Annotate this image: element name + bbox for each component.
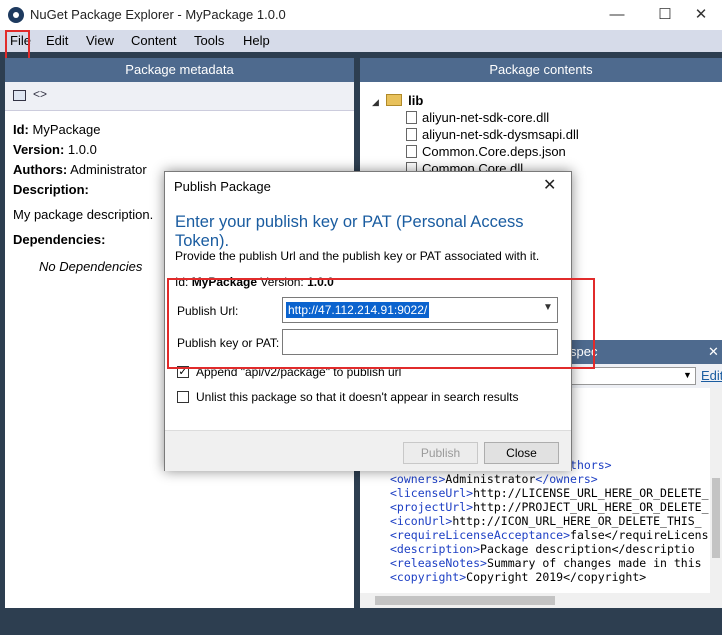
dialog-description: Provide the publish Url and the publish … — [175, 249, 540, 263]
window-close-button[interactable]: ✕ — [678, 0, 722, 30]
unlist-label[interactable]: Unlist this package so that it doesn't a… — [196, 390, 518, 404]
dependencies-value: No Dependencies — [39, 259, 143, 274]
dialog-heading: Enter your publish key or PAT (Personal … — [175, 213, 524, 250]
description-value: My package description. — [13, 207, 154, 222]
version-value: 1.0.0 — [67, 142, 97, 157]
publish-button[interactable]: Publish — [403, 442, 478, 464]
dependencies-row: Dependencies: — [13, 232, 105, 247]
xml-value: http://PROJECT_URL_HERE_OR_DELETE_ — [473, 500, 709, 514]
xml-line: <copyright>Copyright 2019</copyright> — [390, 570, 646, 584]
dll-file-icon — [406, 128, 417, 141]
dependencies-label: Dependencies: — [13, 232, 106, 247]
dialog-close-icon[interactable]: ✕ — [543, 175, 556, 195]
dialog-title: Publish Package — [174, 179, 271, 194]
menu-tools[interactable]: Tools — [194, 33, 224, 48]
package-contents-header: Package contents — [360, 58, 722, 82]
menu-bar: File Edit View Content Tools Help — [0, 30, 722, 52]
xml-open-tag: <requireLicenseAcceptance> — [390, 528, 571, 542]
tree-folder-lib[interactable]: ◢ lib — [372, 93, 423, 108]
tree-file[interactable]: aliyun-net-sdk-dysmsapi.dll — [406, 127, 579, 142]
horizontal-scroll-thumb[interactable] — [375, 596, 555, 605]
edit-metadata-icon[interactable] — [13, 90, 26, 101]
xml-value: Package description</descriptio — [480, 542, 695, 556]
id-value: MyPackage — [32, 122, 101, 137]
xml-value: Copyright 2019</copyright> — [466, 570, 647, 584]
window-title: NuGet Package Explorer - MyPackage 1.0.0 — [30, 7, 286, 22]
vertical-scroll-thumb[interactable] — [712, 478, 720, 558]
menu-view[interactable]: View — [86, 33, 114, 48]
status-bar — [0, 612, 722, 635]
expand-arrow-icon[interactable]: ◢ — [372, 97, 379, 107]
description-label: Description: — [13, 182, 89, 197]
xml-open-tag: <licenseUrl> — [390, 486, 474, 500]
file-label: aliyun-net-sdk-core.dll — [422, 110, 550, 125]
menu-edit[interactable]: Edit — [46, 33, 68, 48]
package-metadata-header: Package metadata — [5, 58, 354, 82]
authors-row: Authors: Administrator — [13, 162, 147, 177]
close-button[interactable]: Close — [484, 442, 559, 464]
file-label: aliyun-net-sdk-dysmsapi.dll — [422, 127, 579, 142]
menu-help[interactable]: Help — [243, 33, 270, 48]
folder-icon — [385, 94, 402, 106]
xml-line: <iconUrl>http://ICON_URL_HERE_OR_DELETE_… — [390, 514, 702, 528]
xml-open-tag: <releaseNotes> — [390, 556, 487, 570]
chevron-down-icon[interactable]: ▼ — [683, 370, 692, 380]
title-bar: NuGet Package Explorer - MyPackage 1.0.0… — [0, 0, 722, 30]
minimize-button[interactable]: — — [594, 0, 640, 30]
code-view-icon[interactable]: <> — [33, 87, 47, 101]
xml-open-tag: <iconUrl> — [390, 514, 453, 528]
xml-value: false</requireLicens — [570, 528, 709, 542]
xml-line: <description>Package description</descri… — [390, 542, 695, 556]
menu-content[interactable]: Content — [131, 33, 177, 48]
description-row: Description: — [13, 182, 89, 197]
nuspec-edit-link[interactable]: Edit — [701, 368, 722, 383]
version-label: Version: — [13, 142, 65, 157]
file-label: Common.Core.deps.json — [422, 144, 566, 159]
dialog-footer: Publish Close — [165, 430, 571, 471]
authors-label: Authors: — [13, 162, 68, 177]
xml-value: Summary of changes made in this — [486, 556, 709, 570]
xml-open-tag: <projectUrl> — [390, 500, 474, 514]
xml-value: Administrator — [445, 472, 536, 486]
xml-line: <requireLicenseAcceptance>false</require… — [390, 528, 709, 542]
nuspec-close-icon[interactable]: ✕ — [708, 340, 719, 364]
xml-open-tag: <owners> — [390, 472, 446, 486]
xml-line: <owners>Administrator</owners> — [390, 472, 598, 486]
metadata-toolbar: <> — [5, 82, 354, 111]
xml-line: <licenseUrl>http://LICENSE_URL_HERE_OR_D… — [390, 486, 709, 500]
xml-value: http://LICENSE_URL_HERE_OR_DELETE_ — [473, 486, 709, 500]
json-file-icon — [406, 145, 417, 158]
xml-open-tag: <copyright> — [390, 570, 467, 584]
tree-file[interactable]: Common.Core.deps.json — [406, 144, 566, 159]
xml-close-tag: </owners> — [535, 472, 598, 486]
xml-line: <projectUrl>http://PROJECT_URL_HERE_OR_D… — [390, 500, 709, 514]
xml-open-tag: <description> — [390, 542, 481, 556]
tree-file[interactable]: aliyun-net-sdk-core.dll — [406, 110, 549, 125]
publish-fields-annotation-box — [167, 278, 595, 369]
dll-file-icon — [406, 111, 417, 124]
xml-value: http://ICON_URL_HERE_OR_DELETE_THIS_ — [452, 514, 702, 528]
nuspec-dropdown[interactable]: L ▼ — [560, 367, 696, 385]
id-label: Id: — [13, 122, 29, 137]
folder-label: lib — [408, 93, 424, 108]
nuget-app-icon — [8, 7, 24, 23]
unlist-checkbox[interactable] — [177, 391, 189, 403]
xml-line: <releaseNotes>Summary of changes made in… — [390, 556, 709, 570]
version-row: Version: 1.0.0 — [13, 142, 97, 157]
authors-value: Administrator — [70, 162, 147, 177]
id-row: Id: MyPackage — [13, 122, 100, 137]
